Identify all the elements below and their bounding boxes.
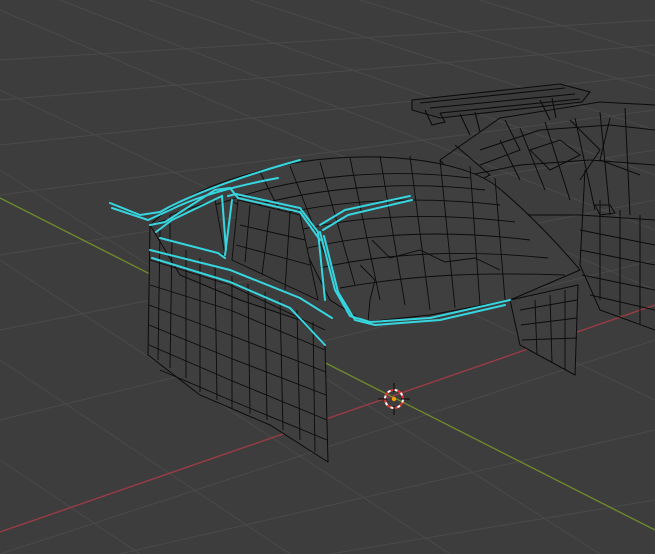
viewport-canvas[interactable] [0, 0, 655, 554]
3d-viewport[interactable] [0, 0, 655, 554]
